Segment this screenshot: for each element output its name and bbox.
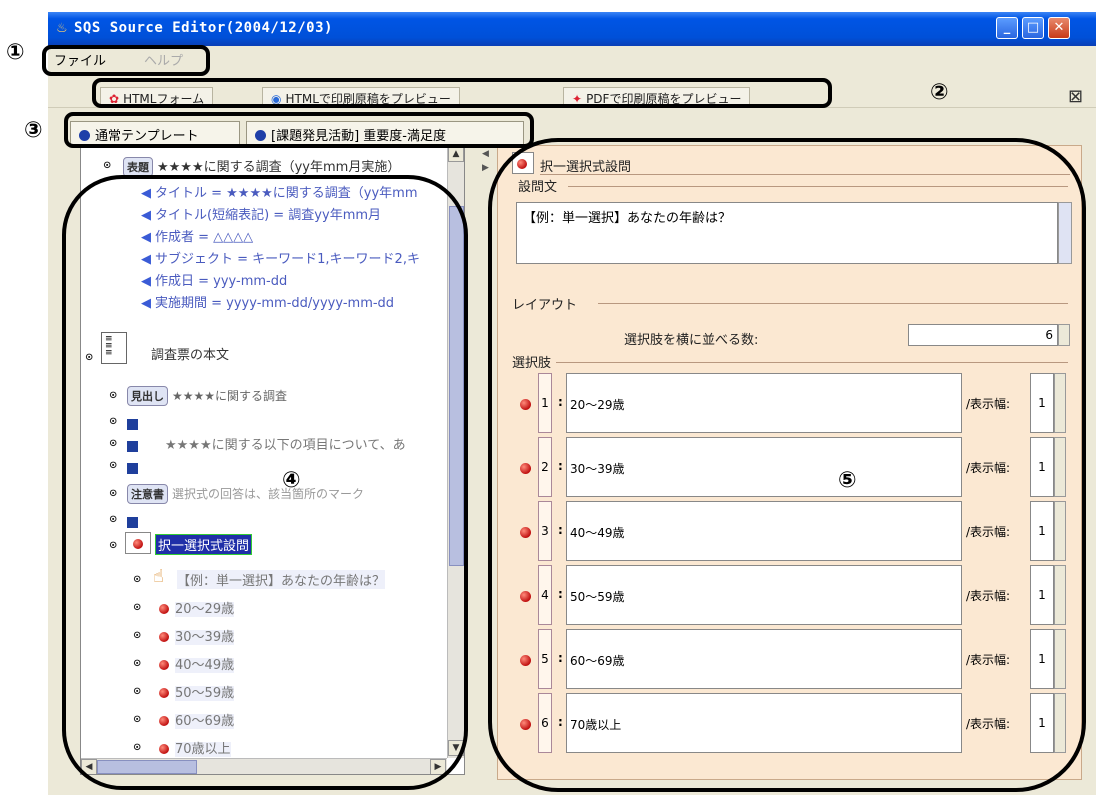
annotation-number: ① [6,40,25,65]
title-badge: 表題 [123,157,153,177]
scroll-up-icon[interactable]: ▲ [448,146,464,162]
tree-title-node[interactable]: 表題 ★★★★に関する調査（yy年mm月実施） [123,156,400,177]
annotation-ring [64,112,534,148]
title-bar: ♨ SQS Source Editor(2004/12/03) _ □ ✕ [48,12,1096,46]
maximize-button[interactable]: □ [1022,17,1044,39]
splitter-arrow-icon[interactable]: ▶ [482,163,489,173]
annotation-number: ⑤ [838,468,857,493]
annotation-number: ② [930,80,949,105]
close-button[interactable]: ✕ [1048,17,1070,39]
java-cup-icon: ♨ [56,21,68,36]
annotation-number: ④ [282,468,301,493]
toolbar-close-icon[interactable]: ⊠ [1068,86,1083,107]
window-title: SQS Source Editor(2004/12/03) [74,20,333,36]
annotation-ring [62,175,468,790]
annotation-ring [92,78,832,108]
annotation-number: ③ [24,118,43,143]
expand-toggle[interactable]: ⊙ [103,160,111,171]
splitter-arrow-icon[interactable]: ◀ [482,149,489,159]
annotation-ring [488,138,1086,792]
annotation-ring [42,45,210,76]
minimize-button[interactable]: _ [996,17,1018,39]
